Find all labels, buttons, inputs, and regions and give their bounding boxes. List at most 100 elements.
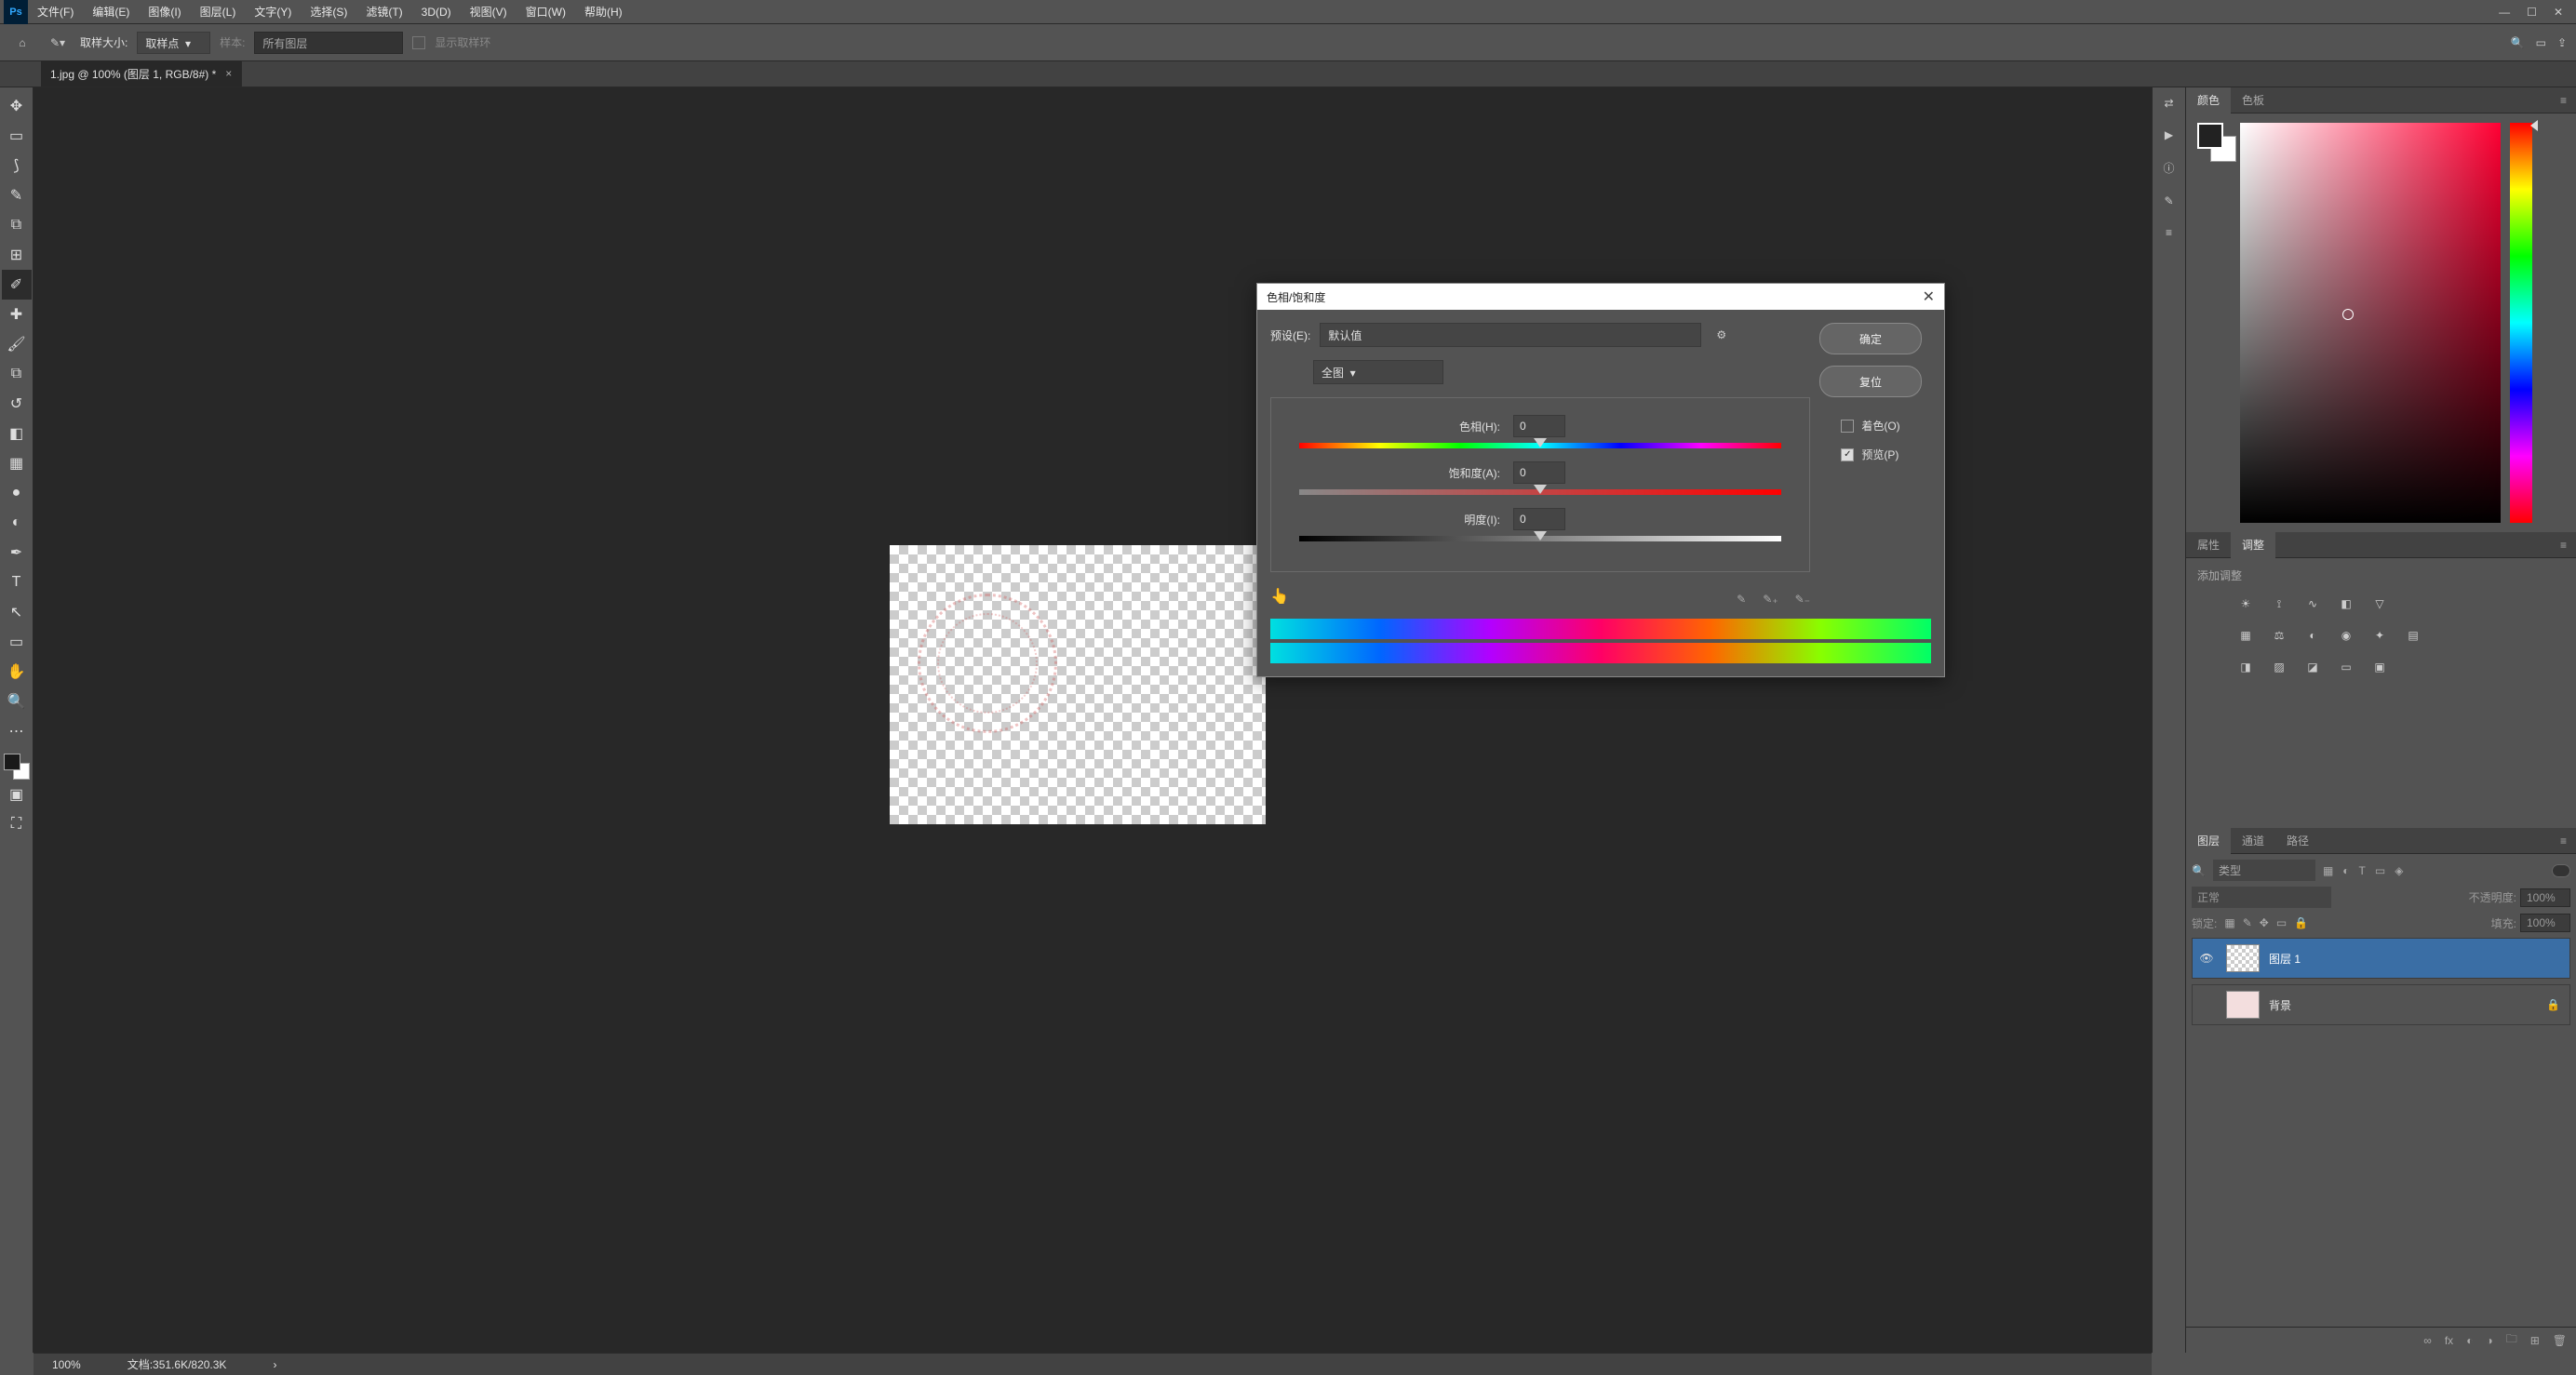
hue-slider[interactable]: [2510, 123, 2532, 523]
quick-select-tool[interactable]: ✎: [2, 180, 32, 210]
targeted-adjust-icon[interactable]: 👆: [1270, 587, 1289, 606]
opacity-input[interactable]: 100%: [2520, 888, 2570, 907]
brush-tool[interactable]: 🖌: [2, 329, 32, 359]
home-icon[interactable]: ⌂: [9, 30, 35, 56]
layer-thumbnail[interactable]: [2226, 944, 2260, 972]
sample-size-select[interactable]: 取样点 ▾: [137, 32, 210, 54]
adjustments-tab[interactable]: 调整: [2231, 532, 2275, 558]
channel-select[interactable]: 全图 ▾: [1313, 360, 1443, 384]
menu-filter[interactable]: 滤镜(T): [356, 0, 411, 24]
zoom-display[interactable]: 100%: [52, 1358, 81, 1371]
move-tool[interactable]: ✥: [2, 91, 32, 121]
eraser-tool[interactable]: ◧: [2, 419, 32, 448]
workspace-icon[interactable]: ▭: [2536, 36, 2546, 49]
status-arrow-icon[interactable]: ›: [273, 1358, 276, 1371]
quick-mask-tool[interactable]: ▣: [2, 780, 32, 809]
filter-adjust-icon[interactable]: ◐: [2342, 864, 2349, 877]
menu-window[interactable]: 窗口(W): [517, 0, 575, 24]
adj-threshold-icon[interactable]: ◪: [2301, 656, 2324, 678]
lightness-slider-thumb[interactable]: [1534, 531, 1547, 541]
input-spectrum[interactable]: [1270, 619, 1931, 639]
reset-button[interactable]: 复位: [1819, 366, 1922, 397]
adj-photo-filter-icon[interactable]: ◉: [2335, 624, 2357, 647]
lock-artboard-icon[interactable]: ▭: [2276, 916, 2287, 929]
document-tab[interactable]: 1.jpg @ 100% (图层 1, RGB/8#) * ×: [41, 60, 242, 87]
adj-hue-icon[interactable]: ▦: [2234, 624, 2257, 647]
layer-name[interactable]: 背景: [2269, 997, 2291, 1013]
fg-color-swatch[interactable]: [4, 754, 20, 770]
pen-tool[interactable]: ✒: [2, 538, 32, 567]
layer-fx-icon[interactable]: fx: [2445, 1334, 2453, 1347]
layer-mask-icon[interactable]: ◐: [2466, 1334, 2473, 1347]
hue-input[interactable]: [1513, 415, 1565, 437]
adj-exposure-icon[interactable]: ◧: [2335, 593, 2357, 615]
search-icon[interactable]: 🔍: [2511, 36, 2525, 49]
filter-type-icon[interactable]: T: [2359, 864, 2366, 877]
share-icon[interactable]: ⇪: [2557, 36, 2567, 49]
adj-balance-icon[interactable]: ⚖: [2268, 624, 2290, 647]
lock-position-icon[interactable]: ✥: [2260, 916, 2269, 929]
colorize-checkbox[interactable]: [1841, 420, 1854, 433]
layer-filter-kind-select[interactable]: 类型: [2213, 860, 2315, 881]
lock-all-icon[interactable]: 🔒: [2294, 916, 2308, 929]
clone-stamp-tool[interactable]: ⧉: [2, 359, 32, 389]
menu-edit[interactable]: 编辑(E): [83, 0, 139, 24]
dialog-close-icon[interactable]: ✕: [1923, 287, 1935, 306]
adj-brightness-icon[interactable]: ☀: [2234, 593, 2257, 615]
lock-paint-icon[interactable]: ✎: [2243, 916, 2252, 929]
hand-tool[interactable]: ✋: [2, 657, 32, 687]
saturation-input[interactable]: [1513, 461, 1565, 484]
marquee-tool[interactable]: ▭: [2, 121, 32, 151]
adj-invert-icon[interactable]: ◨: [2234, 656, 2257, 678]
swatches-tab[interactable]: 色板: [2231, 87, 2275, 113]
fill-input[interactable]: 100%: [2520, 914, 2570, 932]
adj-levels-icon[interactable]: ⟟: [2268, 593, 2290, 615]
hue-slider-thumb[interactable]: [1534, 438, 1547, 447]
output-spectrum[interactable]: [1270, 643, 1931, 663]
canvas-document[interactable]: [890, 545, 1266, 824]
menu-3d[interactable]: 3D(D): [412, 0, 461, 24]
tool-preset-picker[interactable]: ✎▾: [45, 30, 71, 56]
edit-toolbar[interactable]: ⋯: [2, 716, 32, 746]
layer-visibility-icon[interactable]: 👁: [2196, 952, 2217, 965]
adj-posterize-icon[interactable]: ▨: [2268, 656, 2290, 678]
menu-file[interactable]: 文件(F): [28, 0, 83, 24]
dodge-tool[interactable]: ◐: [2, 508, 32, 538]
new-adjustment-icon[interactable]: ◑: [2486, 1334, 2492, 1347]
document-tab-close-icon[interactable]: ×: [225, 67, 232, 80]
adj-selective-color-icon[interactable]: ▣: [2368, 656, 2391, 678]
layer-name[interactable]: 图层 1: [2269, 951, 2301, 967]
crop-tool[interactable]: ⧉: [2, 210, 32, 240]
menu-view[interactable]: 视图(V): [461, 0, 517, 24]
color-tab[interactable]: 颜色: [2186, 87, 2231, 113]
layers-panel-menu-icon[interactable]: ≡: [2551, 834, 2576, 848]
filter-shape-icon[interactable]: ▭: [2375, 864, 2385, 877]
screen-mode-tool[interactable]: ⛶: [2, 809, 32, 839]
blend-mode-select[interactable]: 正常: [2192, 887, 2331, 908]
frame-tool[interactable]: ⊞: [2, 240, 32, 270]
channels-tab[interactable]: 通道: [2231, 828, 2275, 854]
actions-dock-icon[interactable]: ▶: [2165, 128, 2173, 141]
eyedropper-add-icon[interactable]: ✎₊: [1763, 593, 1778, 606]
sample-layers-select[interactable]: 所有图层: [254, 32, 403, 54]
close-icon[interactable]: ✕: [2554, 6, 2563, 19]
gradient-tool[interactable]: ▦: [2, 448, 32, 478]
delete-layer-icon[interactable]: 🗑: [2553, 1334, 2567, 1347]
menu-help[interactable]: 帮助(H): [575, 0, 632, 24]
doc-info-display[interactable]: 文档:351.6K/820.3K: [127, 1356, 227, 1372]
eyedropper-icon[interactable]: ✎: [1737, 593, 1746, 606]
color-panel-fgbg[interactable]: [2197, 123, 2231, 523]
menu-image[interactable]: 图像(I): [139, 0, 190, 24]
ok-button[interactable]: 确定: [1819, 323, 1922, 354]
layer-item[interactable]: 背景 🔒: [2192, 984, 2570, 1025]
menu-layer[interactable]: 图层(L): [191, 0, 246, 24]
color-panel-fg-swatch[interactable]: [2197, 123, 2223, 149]
brush-dock-icon[interactable]: ✎: [2164, 194, 2173, 207]
healing-brush-tool[interactable]: ✚: [2, 300, 32, 329]
layer-thumbnail[interactable]: [2226, 991, 2260, 1019]
new-layer-icon[interactable]: ⊞: [2530, 1334, 2540, 1347]
new-group-icon[interactable]: 🗀: [2506, 1330, 2517, 1350]
lock-transparent-icon[interactable]: ▦: [2224, 916, 2234, 929]
adj-lookup-icon[interactable]: ▤: [2402, 624, 2424, 647]
adj-vibrance-icon[interactable]: ▽: [2368, 593, 2391, 615]
